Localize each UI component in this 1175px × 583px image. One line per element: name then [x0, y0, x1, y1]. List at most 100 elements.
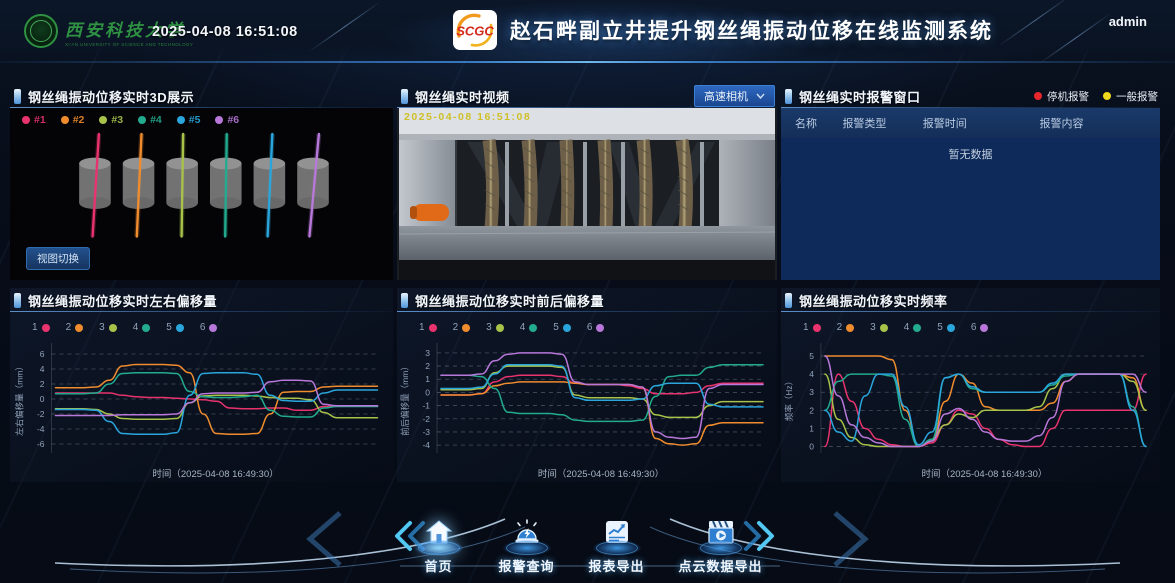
panel-chart-lr-offset: 钢丝绳振动位移实时左右偏移量 123456 6420-2-4-6左右偏移量（mm…: [10, 288, 393, 482]
svg-text:SCGC: SCGC: [456, 24, 494, 39]
svg-text:-1: -1: [422, 401, 430, 411]
legend-item[interactable]: 3: [870, 322, 888, 333]
panel-video: 钢丝绳实时视频 高速相机 2025-04-08 16:51:08: [397, 84, 777, 280]
panel-chart-fb-offset: 钢丝绳振动位移实时前后偏移量 123456 3210-1-2-3-4前后偏移量（…: [397, 288, 777, 482]
svg-text:0: 0: [809, 442, 814, 452]
chart-fb-legend: 1 2 3 4 5 6: [397, 312, 777, 333]
legend-item: #4: [138, 114, 162, 126]
video-frame: [397, 108, 777, 280]
alarm-table-body: 暂无数据: [781, 138, 1160, 280]
svg-text:频率（Hz）: 频率（Hz）: [784, 377, 794, 421]
university-logo-icon: [24, 14, 58, 48]
legend-item[interactable]: 2: [837, 322, 855, 333]
nav-item-home[interactable]: 首页: [412, 510, 464, 575]
svg-text:时间（2025-04-08 16:49:30）: 时间（2025-04-08 16:49:30）: [538, 468, 664, 480]
svg-text:5: 5: [809, 351, 814, 361]
legend-item[interactable]: 2: [66, 322, 84, 333]
chart-lr-legend: 1 2 3 4 5 6: [10, 312, 393, 333]
legend-item[interactable]: 6: [587, 322, 605, 333]
legend-item[interactable]: 5: [166, 322, 184, 333]
chart-lr-plot: 6420-2-4-6左右偏移量（mm）时间（2025-04-08 16:49:3…: [10, 335, 393, 485]
legend-item[interactable]: 4: [904, 322, 922, 333]
alarm-table-header: 名称 报警类型 报警时间 报警内容: [781, 108, 1160, 138]
nav-label-home: 首页: [424, 556, 452, 575]
legend-item[interactable]: 3: [99, 322, 117, 333]
alarm-query-icon: [500, 510, 552, 554]
report-export-icon: [590, 510, 642, 554]
panel-3d-display: 钢丝绳振动位移实时3D展示 #1#2#3#4#5#6 视图切换: [10, 84, 393, 280]
scgc-logo-icon: SCGC: [452, 9, 498, 51]
svg-text:0: 0: [425, 387, 430, 397]
legend-item[interactable]: 1: [32, 322, 50, 333]
panel-accent-bar: [401, 89, 408, 104]
legend-item[interactable]: 5: [553, 322, 571, 333]
rope-3d-legend: #1#2#3#4#5#6: [22, 114, 239, 126]
legend-item[interactable]: 6: [971, 322, 989, 333]
chevron-down-icon: [756, 93, 765, 99]
alarm-legend-general: 一般报警: [1103, 89, 1158, 104]
svg-text:2: 2: [40, 379, 45, 389]
svg-text:1: 1: [425, 374, 430, 384]
svg-text:0: 0: [40, 394, 45, 404]
camera-select-value: 高速相机: [704, 88, 748, 104]
alarm-table: 名称 报警类型 报警时间 报警内容 暂无数据: [781, 108, 1160, 280]
chart-freq-plot: 543210频率（Hz）时间（2025-04-08 16:49:30）: [781, 335, 1160, 485]
legend-item: #1: [22, 114, 46, 126]
legend-item: #2: [61, 114, 85, 126]
legend-item[interactable]: 3: [486, 322, 504, 333]
legend-item[interactable]: 4: [133, 322, 151, 333]
camera-select[interactable]: 高速相机: [694, 85, 775, 107]
panel-accent-bar: [785, 89, 792, 104]
svg-text:时间（2025-04-08 16:49:30）: 时间（2025-04-08 16:49:30）: [922, 468, 1048, 480]
svg-text:-4: -4: [422, 440, 430, 450]
svg-text:2: 2: [425, 361, 430, 371]
chart-fb-title: 钢丝绳振动位移实时前后偏移量: [415, 291, 604, 310]
chevrons-right-icon: [741, 520, 777, 552]
legend-item[interactable]: 1: [419, 322, 437, 333]
svg-text:3: 3: [425, 348, 430, 358]
panel-accent-bar: [14, 293, 21, 308]
svg-text:-6: -6: [37, 439, 45, 449]
svg-text:-2: -2: [37, 409, 45, 419]
header-slash-decoration: [308, 0, 382, 52]
nav-item-report-export[interactable]: 报表导出: [588, 510, 644, 575]
panel-3d-title: 钢丝绳振动位移实时3D展示: [28, 87, 194, 106]
col-time: 报警时间: [923, 115, 1040, 131]
legend-item[interactable]: 2: [453, 322, 471, 333]
nav-arrow-right[interactable]: [741, 520, 777, 557]
svg-text:6: 6: [40, 349, 45, 359]
panel-alarm: 钢丝绳实时报警窗口 停机报警 一般报警 名称 报警类型 报警时间 报警内容: [781, 84, 1160, 280]
legend-item[interactable]: 4: [520, 322, 538, 333]
view-switch-button[interactable]: 视图切换: [26, 247, 90, 270]
nav-label-pointcloud-export: 点云数据导出: [679, 556, 763, 575]
general-alarm-dot-icon: [1103, 92, 1111, 100]
bottom-nav: 首页 报警查询: [0, 491, 1175, 583]
svg-text:-2: -2: [422, 414, 430, 424]
panel-alarm-title: 钢丝绳实时报警窗口: [799, 87, 921, 106]
chart-freq-legend: 1 2 3 4 5 6: [781, 312, 1160, 333]
nav-item-alarm-query[interactable]: 报警查询: [498, 510, 554, 575]
panel-accent-bar: [785, 293, 792, 308]
legend-item[interactable]: 5: [937, 322, 955, 333]
legend-item[interactable]: 1: [803, 322, 821, 333]
panel-accent-bar: [401, 293, 408, 308]
panel-accent-bar: [14, 89, 21, 104]
col-name: 名称: [795, 115, 842, 131]
video-feed[interactable]: 2025-04-08 16:51:08: [397, 108, 777, 280]
header-slash-decoration: [998, 0, 1072, 47]
nav-label-report-export: 报表导出: [588, 556, 644, 575]
user-name: admin: [1109, 14, 1147, 29]
stop-alarm-dot-icon: [1034, 92, 1042, 100]
svg-text:3: 3: [809, 387, 814, 397]
col-type: 报警类型: [842, 115, 922, 131]
svg-text:1: 1: [809, 423, 814, 433]
legend-item[interactable]: 6: [200, 322, 218, 333]
header-slash-decoration: [1038, 12, 1112, 64]
rope-3d-view[interactable]: #1#2#3#4#5#6 视图切换: [10, 108, 393, 280]
col-content: 报警内容: [1040, 115, 1160, 131]
header-divider: [0, 61, 1175, 63]
alarm-legend-stop: 停机报警: [1034, 89, 1089, 104]
panel-chart-frequency: 钢丝绳振动位移实时频率 123456 543210频率（Hz）时间（2025-0…: [781, 288, 1160, 482]
app-header: 西安科技大学 XI'AN UNIVERSITY OF SCIENCE AND T…: [0, 0, 1175, 64]
legend-item: #3: [99, 114, 123, 126]
